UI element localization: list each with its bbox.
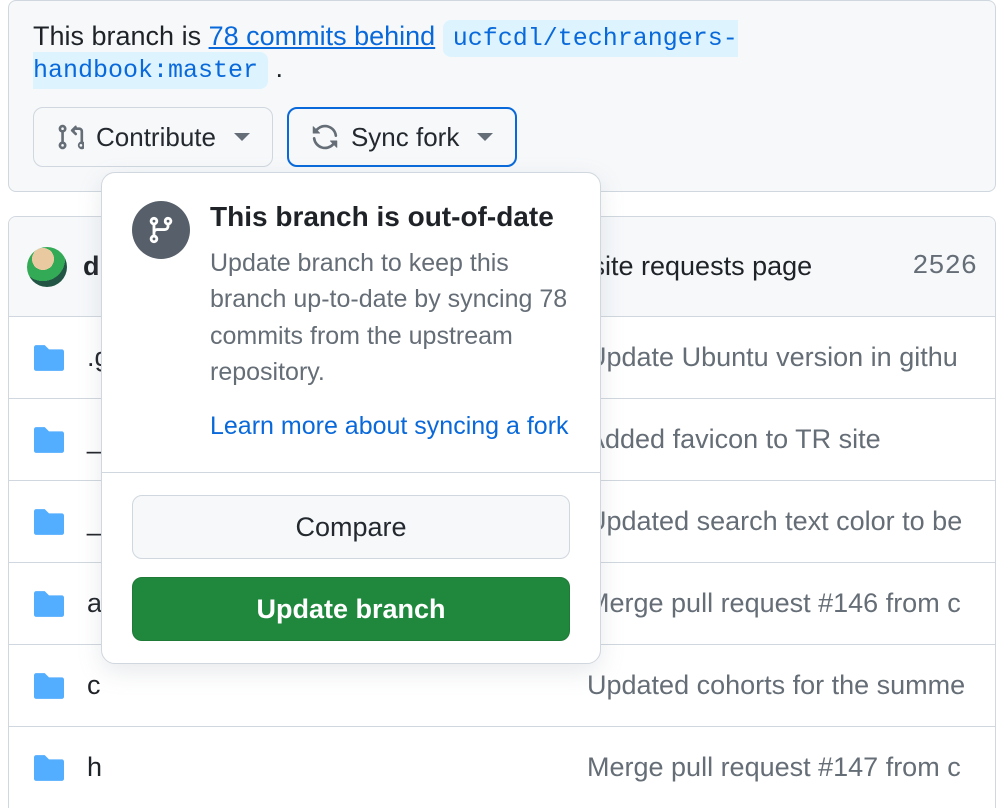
folder-icon — [31, 507, 67, 537]
action-button-row: Contribute Sync fork — [33, 107, 971, 167]
chevron-down-icon — [234, 133, 250, 141]
chevron-down-icon — [477, 133, 493, 141]
status-prefix: This branch is — [33, 21, 209, 51]
commit-sha[interactable]: 2526 — [912, 252, 977, 282]
avatar[interactable] — [27, 247, 67, 287]
file-commit-message[interactable]: Updated cohorts for the summe — [587, 670, 965, 701]
update-branch-button[interactable]: Update branch — [132, 577, 570, 641]
commit-author[interactable]: d — [83, 251, 100, 282]
branch-status-text: This branch is 78 commits behind ucfcdl/… — [33, 21, 971, 85]
file-name[interactable]: c — [87, 670, 587, 701]
folder-icon — [31, 343, 67, 373]
file-commit-message[interactable]: Updated search text color to be — [587, 506, 962, 537]
file-commit-message[interactable]: Merge pull request #147 from c — [587, 752, 961, 783]
sync-fork-popover: This branch is out-of-date Update branch… — [101, 172, 601, 664]
sync-fork-label: Sync fork — [351, 122, 459, 153]
status-suffix: . — [268, 53, 283, 83]
folder-icon — [31, 589, 67, 619]
git-pull-request-icon — [56, 123, 84, 151]
popover-title: This branch is out-of-date — [210, 201, 570, 233]
file-commit-message[interactable]: Update Ubuntu version in githu — [587, 342, 958, 373]
popover-body-text: Update branch to keep this branch up-to-… — [210, 245, 570, 390]
sync-fork-button[interactable]: Sync fork — [287, 107, 517, 167]
contribute-label: Contribute — [96, 122, 216, 153]
contribute-button[interactable]: Contribute — [33, 107, 273, 167]
compare-button[interactable]: Compare — [132, 495, 570, 559]
folder-icon — [31, 671, 67, 701]
git-branch-icon — [132, 201, 190, 259]
folder-icon — [31, 425, 67, 455]
sync-icon — [311, 123, 339, 151]
branch-status-panel: This branch is 78 commits behind ucfcdl/… — [8, 0, 996, 192]
file-name[interactable]: h — [87, 752, 587, 783]
file-commit-message[interactable]: Merge pull request #146 from c — [587, 588, 961, 619]
file-row[interactable]: hMerge pull request #147 from c — [9, 727, 995, 808]
learn-more-link[interactable]: Learn more about syncing a fork — [210, 412, 569, 440]
file-commit-message[interactable]: Added favicon to TR site — [587, 424, 881, 455]
commits-behind-link[interactable]: 78 commits behind — [209, 21, 436, 51]
commit-message[interactable]: site requests page — [592, 251, 813, 282]
folder-icon — [31, 753, 67, 783]
